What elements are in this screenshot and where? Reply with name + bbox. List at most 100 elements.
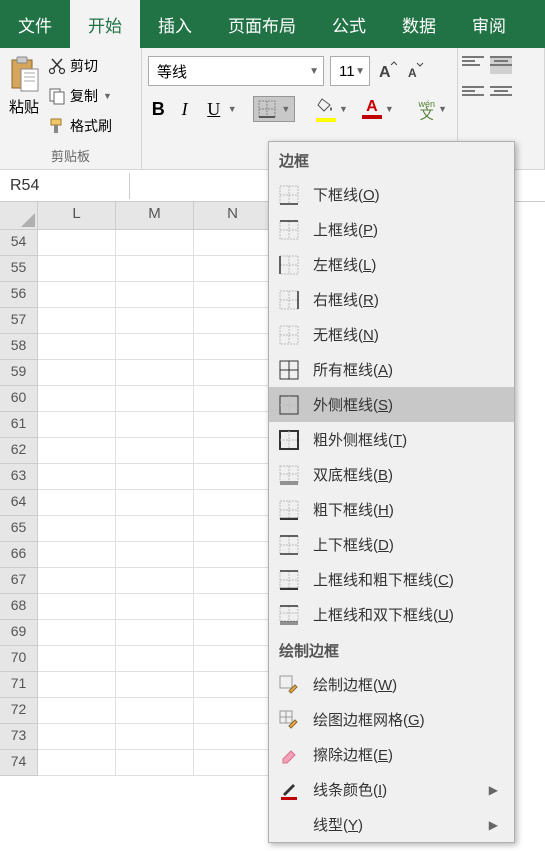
tab-file[interactable]: 文件 [0, 0, 70, 48]
cell[interactable] [194, 412, 272, 438]
tab-review[interactable]: 审阅 [454, 0, 524, 48]
border-top-thick-bottom-item[interactable]: 上框线和粗下框线(C) [269, 562, 514, 597]
cell[interactable] [116, 490, 194, 516]
cell[interactable] [38, 594, 116, 620]
border-none-item[interactable]: 无框线(N) [269, 317, 514, 352]
line-style-item[interactable]: 线型(Y) ▶ [269, 807, 514, 842]
cell[interactable] [38, 542, 116, 568]
tab-data[interactable]: 数据 [384, 0, 454, 48]
row-header[interactable]: 68 [0, 594, 38, 620]
cell[interactable] [116, 386, 194, 412]
cell[interactable] [116, 412, 194, 438]
align-left-button[interactable] [462, 86, 484, 104]
row-header[interactable]: 55 [0, 256, 38, 282]
cell[interactable] [38, 334, 116, 360]
cell[interactable] [38, 412, 116, 438]
cell[interactable] [38, 386, 116, 412]
cell[interactable] [194, 230, 272, 256]
copy-button[interactable]: 复制 ▼ [46, 84, 114, 108]
font-name-select[interactable]: 等线 ▼ [148, 56, 324, 86]
cell[interactable] [116, 334, 194, 360]
borders-button[interactable]: ▼ [253, 96, 295, 122]
font-size-select[interactable]: 11 ▼ [330, 56, 370, 86]
row-header[interactable]: 72 [0, 698, 38, 724]
cell[interactable] [38, 698, 116, 724]
column-header[interactable]: N [194, 202, 272, 230]
cell[interactable] [38, 256, 116, 282]
border-all-item[interactable]: 所有框线(A) [269, 352, 514, 387]
border-top-double-bottom-item[interactable]: 上框线和双下框线(U) [269, 597, 514, 632]
italic-button[interactable]: I [174, 96, 194, 122]
border-thick-outside-item[interactable]: 粗外侧框线(T) [269, 422, 514, 457]
cell[interactable] [116, 594, 194, 620]
cell[interactable] [116, 724, 194, 750]
cell[interactable] [116, 282, 194, 308]
cell[interactable] [116, 620, 194, 646]
cell[interactable] [116, 438, 194, 464]
cell[interactable] [194, 594, 272, 620]
tab-page-layout[interactable]: 页面布局 [210, 0, 314, 48]
cell[interactable] [116, 308, 194, 334]
cell[interactable] [38, 438, 116, 464]
cell[interactable] [194, 386, 272, 412]
tab-formulas[interactable]: 公式 [314, 0, 384, 48]
cell[interactable] [116, 230, 194, 256]
font-color-button[interactable]: A ▼ [358, 99, 398, 119]
row-header[interactable]: 58 [0, 334, 38, 360]
row-header[interactable]: 56 [0, 282, 38, 308]
cell[interactable] [194, 620, 272, 646]
row-header[interactable]: 59 [0, 360, 38, 386]
align-top-button[interactable] [462, 56, 484, 74]
cell[interactable] [194, 568, 272, 594]
cell[interactable] [38, 360, 116, 386]
column-header[interactable]: M [116, 202, 194, 230]
row-header[interactable]: 62 [0, 438, 38, 464]
row-header[interactable]: 54 [0, 230, 38, 256]
tab-home[interactable]: 开始 [70, 0, 140, 48]
row-header[interactable]: 61 [0, 412, 38, 438]
border-top-item[interactable]: 上框线(P) [269, 212, 514, 247]
cell[interactable] [38, 490, 116, 516]
bold-button[interactable]: B [148, 96, 168, 122]
cell[interactable] [38, 620, 116, 646]
row-header[interactable]: 67 [0, 568, 38, 594]
column-header[interactable]: L [38, 202, 116, 230]
row-header[interactable]: 69 [0, 620, 38, 646]
decrease-font-button[interactable]: A [404, 58, 426, 84]
tab-insert[interactable]: 插入 [140, 0, 210, 48]
cell[interactable] [38, 672, 116, 698]
cell[interactable] [194, 464, 272, 490]
cell[interactable] [116, 516, 194, 542]
row-header[interactable]: 74 [0, 750, 38, 776]
underline-button[interactable]: U [201, 96, 227, 122]
chevron-down-icon[interactable]: ▼ [228, 104, 237, 114]
row-header[interactable]: 63 [0, 464, 38, 490]
border-left-item[interactable]: 左框线(L) [269, 247, 514, 282]
cell[interactable] [38, 464, 116, 490]
fill-color-button[interactable]: ▼ [312, 97, 352, 122]
cell[interactable] [194, 672, 272, 698]
cell[interactable] [194, 542, 272, 568]
row-header[interactable]: 73 [0, 724, 38, 750]
cell[interactable] [38, 308, 116, 334]
draw-border-item[interactable]: 绘制边框(W) [269, 667, 514, 702]
phonetic-guide-button[interactable]: wén 文 ▼ [415, 99, 451, 119]
line-color-item[interactable]: 线条颜色(I) ▶ [269, 772, 514, 807]
name-box[interactable]: R54 [0, 173, 130, 199]
border-thick-bottom-item[interactable]: 粗下框线(H) [269, 492, 514, 527]
border-right-item[interactable]: 右框线(R) [269, 282, 514, 317]
cell[interactable] [38, 282, 116, 308]
row-header[interactable]: 60 [0, 386, 38, 412]
align-middle-button[interactable] [490, 56, 512, 74]
row-header[interactable]: 65 [0, 516, 38, 542]
align-center-button[interactable] [490, 86, 512, 104]
cell[interactable] [194, 490, 272, 516]
border-double-bottom-item[interactable]: 双底框线(B) [269, 457, 514, 492]
cell[interactable] [116, 568, 194, 594]
cut-button[interactable]: 剪切 [46, 54, 114, 78]
cell[interactable] [116, 464, 194, 490]
cell[interactable] [116, 750, 194, 776]
cell[interactable] [38, 568, 116, 594]
cell[interactable] [194, 360, 272, 386]
cell[interactable] [116, 256, 194, 282]
